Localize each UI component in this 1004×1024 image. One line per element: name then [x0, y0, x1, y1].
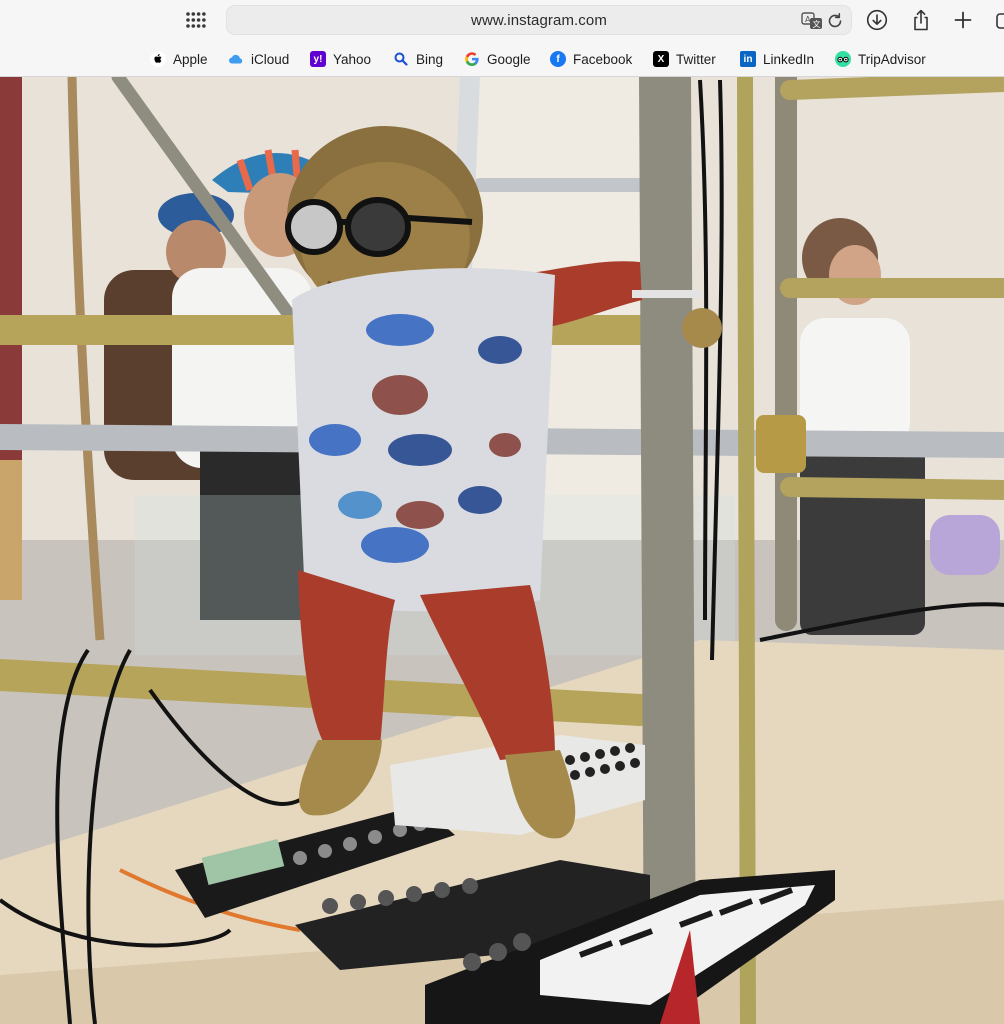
favorite-label: Bing	[416, 51, 444, 67]
bing-search-icon	[393, 51, 409, 67]
share-icon[interactable]	[910, 9, 932, 31]
icloud-icon	[228, 51, 244, 67]
favorite-label: LinkedIn	[763, 51, 815, 67]
apple-icon	[150, 51, 166, 67]
translate-icon[interactable]: A 文	[801, 12, 822, 30]
x-twitter-icon: X	[653, 51, 669, 67]
google-icon	[464, 51, 480, 67]
favorite-label: Google	[487, 51, 531, 67]
favorite-label: Twitter	[676, 51, 716, 67]
favorites-bar: Apple iCloud y! Yahoo Bing Google f Face…	[0, 40, 1004, 77]
favorite-apple[interactable]: Apple	[150, 49, 208, 69]
reload-icon[interactable]	[826, 12, 844, 30]
facebook-icon: f	[550, 51, 566, 67]
favorite-twitter[interactable]: X Twitter	[653, 49, 716, 69]
favorite-facebook[interactable]: f Facebook	[550, 49, 632, 69]
browser-toolbar: www.instagram.com A 文	[0, 0, 1004, 40]
favorite-yahoo[interactable]: y! Yahoo	[310, 49, 371, 69]
favorite-bing[interactable]: Bing	[393, 49, 443, 69]
address-bar[interactable]: www.instagram.com A 文	[226, 5, 852, 35]
svg-text:文: 文	[813, 19, 821, 29]
tabs-icon[interactable]	[994, 9, 1004, 31]
favorite-label: Apple	[173, 51, 208, 67]
tripadvisor-icon	[835, 51, 851, 67]
favorite-tripadvisor[interactable]: TripAdvisor	[835, 49, 926, 69]
download-icon[interactable]	[866, 9, 888, 31]
favorite-label: Facebook	[573, 51, 633, 67]
instagram-photo	[0, 77, 1004, 1024]
yahoo-icon: y!	[310, 51, 326, 67]
favorite-google[interactable]: Google	[464, 49, 531, 69]
linkedin-icon: in	[740, 51, 756, 67]
favorite-linkedin[interactable]: in LinkedIn	[740, 49, 814, 69]
favorite-label: Yahoo	[333, 51, 372, 67]
favorite-label: TripAdvisor	[858, 51, 926, 67]
new-tab-icon[interactable]	[952, 9, 974, 31]
url-text[interactable]: www.instagram.com	[227, 6, 851, 36]
favorite-icloud[interactable]: iCloud	[228, 49, 289, 69]
favorite-label: iCloud	[251, 51, 290, 67]
grid-icon[interactable]	[184, 10, 208, 30]
